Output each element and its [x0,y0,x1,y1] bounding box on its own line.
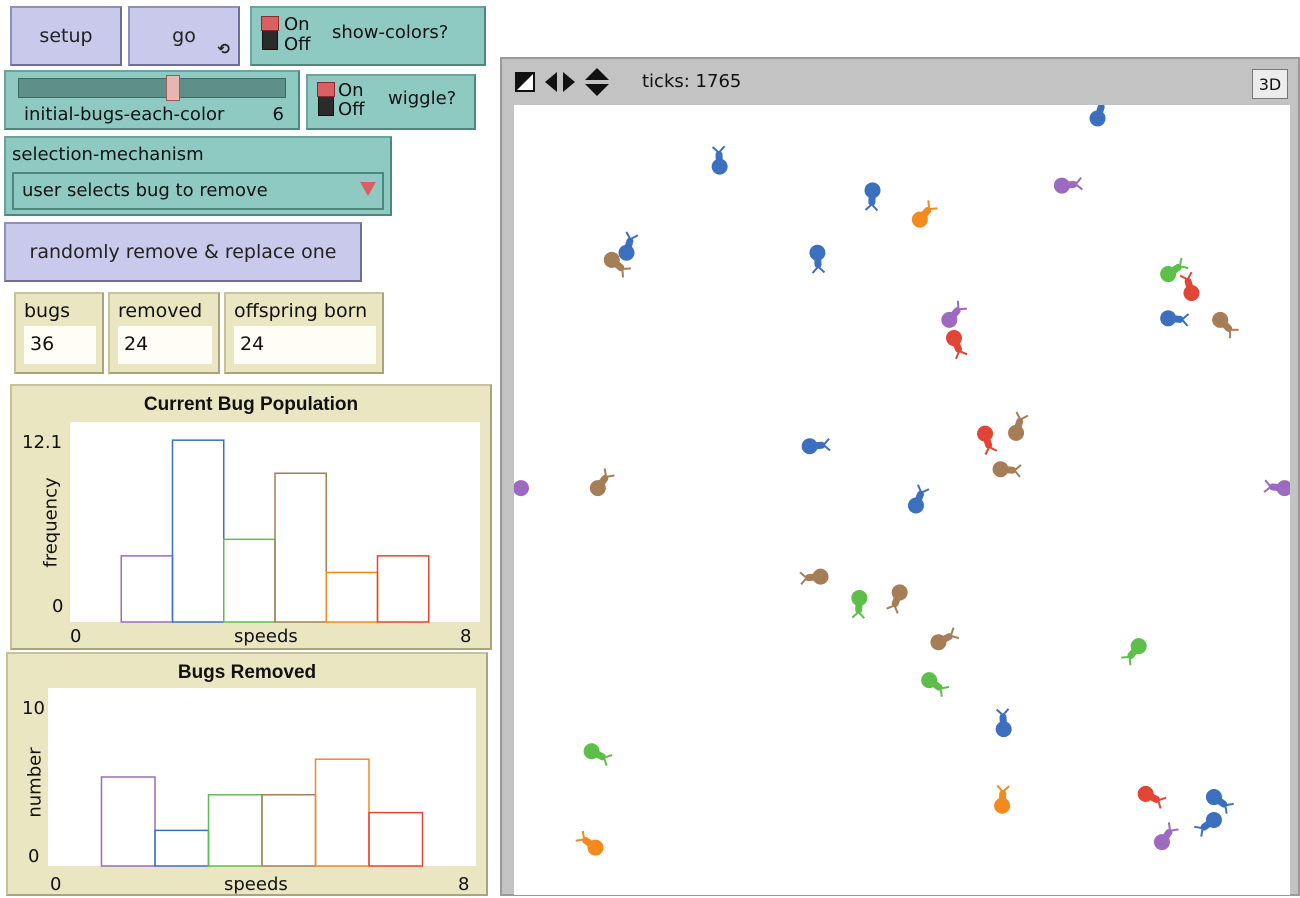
bug[interactable] [809,245,825,273]
bug[interactable] [1008,412,1028,441]
bug[interactable] [865,182,881,210]
bug[interactable] [514,480,529,496]
bug[interactable] [712,146,728,174]
switch-on-label: On [338,82,364,100]
x-min-label: 0 [50,874,61,895]
world-canvas[interactable] [514,105,1290,895]
bug[interactable] [1212,312,1238,338]
chooser-value: user selects bug to remove [22,180,268,201]
bug[interactable] [1206,789,1234,814]
y-max-label: 12.1 [22,432,62,453]
current-bug-population-plot: Current Bug Population 12.1 0 frequency … [10,384,492,650]
switch-toggle-icon[interactable] [318,82,334,116]
forever-icon: ⟲ [217,40,230,58]
vertical-arrows-icon[interactable] [584,67,610,97]
bug[interactable] [802,438,830,454]
initial-bugs-slider[interactable]: initial-bugs-each-color 6 [4,70,300,130]
bug[interactable] [912,200,938,227]
dropdown-arrow-icon[interactable] [360,182,376,196]
bug[interactable] [1138,786,1167,809]
x-min-label: 0 [70,626,81,647]
offspring-born-monitor: offspring born 24 [224,292,384,374]
bug[interactable] [619,232,638,261]
switch-off-label: Off [284,36,311,54]
bug[interactable] [977,426,997,455]
bugs-removed-plot: Bugs Removed 10 0 number 0 speeds 8 [6,652,488,896]
random-remove-button[interactable]: randomly remove & replace one [4,222,362,282]
y-min-label: 0 [52,596,63,617]
selection-mechanism-chooser[interactable]: selection-mechanism user selects bug to … [4,136,392,216]
go-label: go [172,25,196,47]
bug[interactable] [584,743,613,766]
x-max-label: 8 [458,874,469,895]
bug[interactable] [993,461,1021,477]
monitor-label: offspring born [234,300,367,322]
removed-monitor: removed 24 [108,292,220,374]
bug[interactable] [576,831,604,856]
wiggle-switch[interactable]: On Off wiggle? [306,74,476,130]
bug[interactable] [887,584,908,613]
slider-thumb[interactable] [166,75,180,101]
3d-button[interactable]: 3D [1252,69,1288,99]
wiggle-label: wiggle? [388,90,456,108]
bug[interactable] [994,785,1010,813]
slider-label: initial-bugs-each-color [24,104,224,125]
bug[interactable] [590,468,615,496]
monitor-value: 24 [118,326,212,364]
slider-value: 6 [273,104,284,125]
bug[interactable] [1121,638,1146,665]
setup-button[interactable]: setup [10,6,122,66]
x-axis-label: speeds [234,626,298,647]
bug[interactable] [941,301,967,328]
bug-field[interactable] [514,105,1290,895]
switch-off-label: Off [338,101,365,119]
go-button[interactable]: go ⟲ [128,6,240,66]
horizontal-arrows-icon[interactable] [544,71,576,93]
bug[interactable] [930,628,959,651]
monitor-value: 24 [234,326,376,364]
switch-toggle-icon[interactable] [262,16,278,50]
monitor-label: removed [118,300,202,322]
bug[interactable] [1194,812,1222,837]
plot-canvas [12,386,494,652]
bug[interactable] [996,709,1012,737]
monitor-label: bugs [24,300,70,322]
bug[interactable] [851,590,867,618]
x-axis-label: speeds [224,874,288,895]
bug[interactable] [908,485,929,514]
bug[interactable] [800,569,828,585]
bug[interactable] [1264,480,1290,496]
y-axis-label: number [25,747,46,817]
chooser-label: selection-mechanism [12,144,204,165]
bug[interactable] [1160,310,1188,326]
y-max-label: 10 [22,698,45,719]
bugs-monitor: bugs 36 [14,292,104,374]
show-colors-switch[interactable]: On Off show-colors? [250,6,486,66]
slider-track[interactable] [18,78,286,98]
y-axis-label: frequency [41,477,62,567]
world-view: ticks: 1765 3D [500,57,1300,896]
bug[interactable] [1054,178,1082,194]
bug[interactable] [946,330,967,359]
monitor-value: 36 [24,326,96,364]
switch-on-label: On [284,16,310,34]
chooser-dropdown[interactable]: user selects bug to remove [12,172,384,210]
ticks-counter: ticks: 1765 [642,71,741,92]
bug[interactable] [1090,105,1110,126]
resize-icon[interactable] [514,71,536,93]
x-max-label: 8 [460,626,471,647]
bug[interactable] [1180,272,1199,301]
bug[interactable] [921,672,949,697]
y-min-label: 0 [28,846,39,867]
bug[interactable] [1154,822,1179,850]
plot-canvas [8,654,490,898]
show-colors-label: show-colors? [332,24,448,42]
